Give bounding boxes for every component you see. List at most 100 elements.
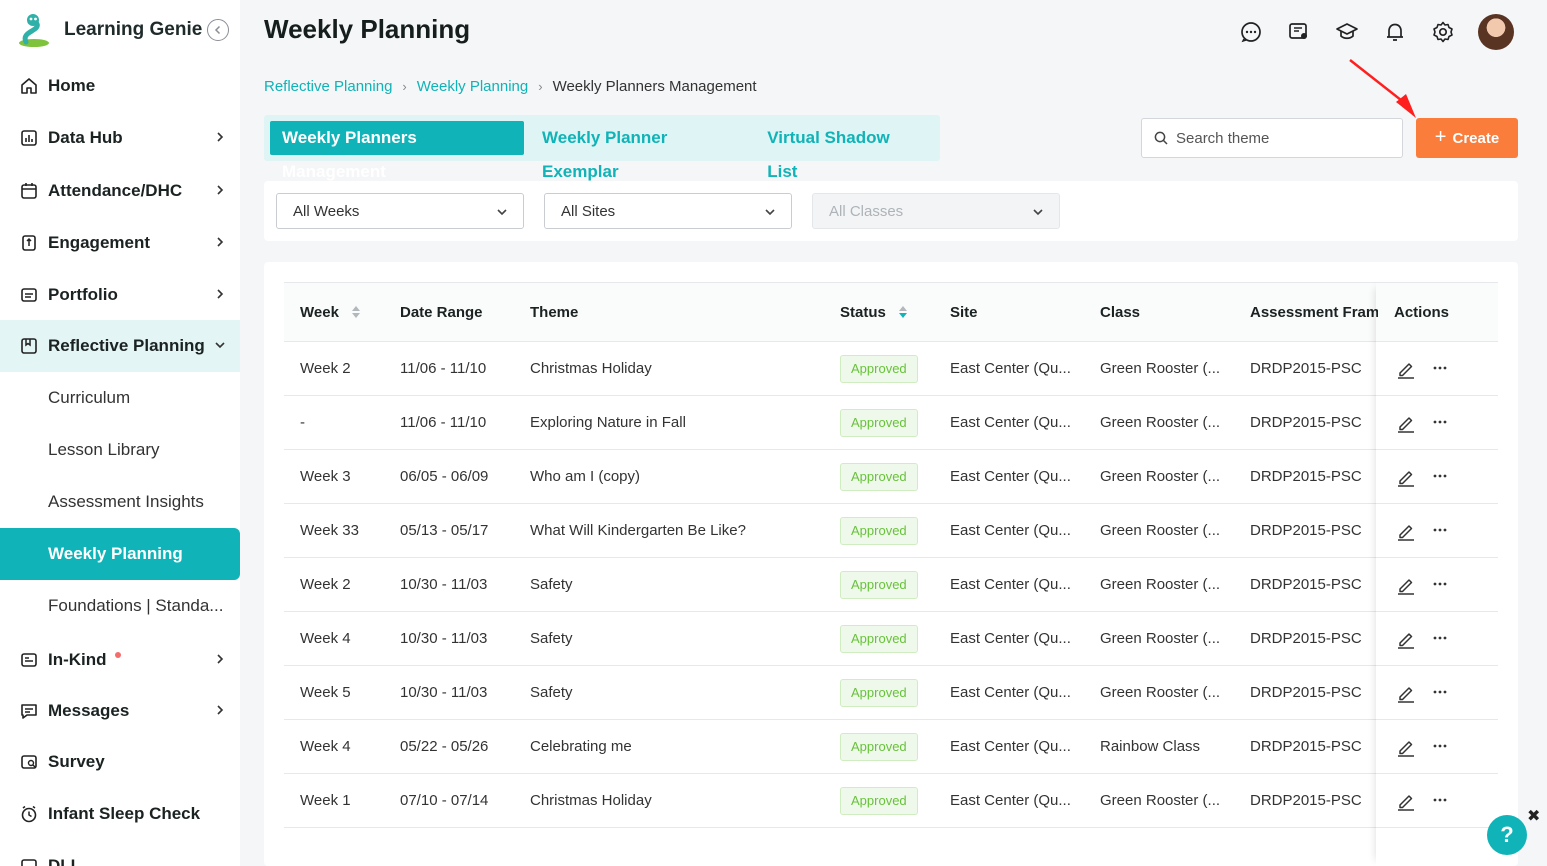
sidebar-subitem-foundations[interactable]: Foundations | Standa... (0, 580, 240, 632)
column-header-label: Status (840, 304, 886, 321)
more-icon[interactable] (1430, 791, 1450, 811)
chevron-right-icon: › (402, 79, 407, 94)
breadcrumb-reflective-planning[interactable]: Reflective Planning (264, 78, 392, 95)
app-name: Learning Genie (64, 19, 203, 40)
cell-assessment-framework: DRDP2015-PSC (1250, 738, 1362, 755)
chevron-right-icon (217, 132, 224, 142)
column-header-actions: Actions (1394, 304, 1450, 321)
cell-site: East Center (Qu... (950, 360, 1071, 377)
chat-icon[interactable] (1236, 15, 1266, 49)
more-icon[interactable] (1430, 413, 1450, 433)
brand[interactable]: Learning Genie (16, 12, 202, 48)
cell-assessment-framework: DRDP2015-PSC (1250, 360, 1362, 377)
planning-icon (20, 337, 38, 355)
cell-assessment-framework: DRDP2015-PSC (1250, 576, 1362, 593)
tab-virtual-shadow-list[interactable]: Virtual Shadow List (755, 121, 928, 181)
sidebar-item-portfolio[interactable]: Portfolio (0, 269, 240, 321)
status-badge: Approved (840, 571, 918, 599)
sidebar-item-in-kind[interactable]: In-Kind (0, 634, 240, 686)
cell-class: Green Rooster (... (1100, 576, 1221, 593)
sidebar-item-messages[interactable]: Messages (0, 685, 240, 737)
sidebar-item-survey[interactable]: Survey (0, 736, 240, 788)
sidebar-item-label: Messages (48, 701, 130, 720)
search-input[interactable] (1176, 129, 1376, 147)
tab-weekly-planners-management[interactable]: Weekly Planners Management (270, 121, 525, 181)
sites-filter-value: All Sites (561, 202, 616, 220)
breadcrumb: Reflective Planning › Weekly Planning › … (264, 78, 757, 95)
cell-class: Green Rooster (... (1100, 630, 1221, 647)
gear-icon[interactable] (1428, 15, 1458, 49)
cell-assessment-framework: DRDP2015-PSC (1250, 468, 1362, 485)
sidebar-subitem-curriculum[interactable]: Curriculum (0, 372, 240, 424)
edit-icon[interactable] (1396, 575, 1416, 595)
calendar-icon (20, 182, 38, 200)
breadcrumb-current: Weekly Planners Management (552, 78, 757, 95)
portfolio-icon (20, 286, 38, 304)
table-row: - 11/06 - 11/10 Exploring Nature in Fall Ea… (284, 396, 1498, 450)
table-row: Week 4 10/30 - 11/03 Safety East Center (Qu… (284, 612, 1498, 666)
sidebar-item-attendance[interactable]: Attendance/DHC (0, 165, 240, 217)
create-button[interactable]: + Create (1416, 118, 1518, 158)
user-avatar[interactable] (1478, 14, 1514, 50)
more-icon[interactable] (1430, 359, 1450, 379)
edit-icon[interactable] (1396, 629, 1416, 649)
table-header: Week Date Range Theme Status Site Class … (284, 282, 1498, 342)
cell-assessment-framework: DRDP2015-PSC (1250, 792, 1362, 809)
column-header-status[interactable]: Status (840, 283, 908, 343)
chevron-down-icon (1033, 209, 1043, 216)
tab-weekly-planner-exemplar[interactable]: Weekly Planner Exemplar (530, 121, 749, 181)
cell-date-range: 05/13 - 05/17 (400, 522, 489, 539)
edit-icon[interactable] (1396, 413, 1416, 433)
sidebar-subitem-assessment-insights[interactable]: Assessment Insights (0, 476, 240, 528)
help-button[interactable]: ? (1487, 815, 1527, 855)
more-icon[interactable] (1430, 521, 1450, 541)
edit-icon[interactable] (1396, 791, 1416, 811)
weeks-filter-select[interactable]: All Weeks (276, 193, 524, 229)
more-icon[interactable] (1430, 629, 1450, 649)
table-row: Week 3 06/05 - 06/09 Who am I (copy) East C… (284, 450, 1498, 504)
breadcrumb-weekly-planning[interactable]: Weekly Planning (417, 78, 528, 95)
more-icon[interactable] (1430, 683, 1450, 703)
sidebar-item-engagement[interactable]: Engagement (0, 217, 240, 269)
sidebar-item-home[interactable]: Home (0, 60, 240, 112)
learning-icon[interactable] (1332, 15, 1362, 49)
sidebar-item-dll[interactable]: DLL (0, 840, 240, 866)
chart-icon (20, 129, 38, 147)
status-badge: Approved (840, 625, 918, 653)
collapse-sidebar-button[interactable] (207, 19, 229, 41)
edit-icon[interactable] (1396, 521, 1416, 541)
edit-icon[interactable] (1396, 467, 1416, 487)
more-icon[interactable] (1430, 575, 1450, 595)
sidebar-subitem-lesson-library[interactable]: Lesson Library (0, 424, 240, 476)
more-icon[interactable] (1430, 737, 1450, 757)
sidebar-item-data-hub[interactable]: Data Hub (0, 112, 240, 164)
bell-icon[interactable] (1380, 15, 1410, 49)
sidebar-subitem-weekly-planning[interactable]: Weekly Planning (0, 528, 240, 580)
sidebar-item-reflective-planning[interactable]: Reflective Planning (0, 320, 240, 372)
contacts-icon[interactable] (1284, 15, 1314, 49)
cell-site: East Center (Qu... (950, 684, 1071, 701)
help-close-icon[interactable]: ✖ (1527, 806, 1540, 826)
filter-bar: All Weeks All Sites All Classes (264, 181, 1518, 241)
cell-class: Green Rooster (... (1100, 792, 1221, 809)
column-header-week[interactable]: Week (300, 283, 361, 343)
status-badge: Approved (840, 733, 918, 761)
table-row: Week 4 05/22 - 05/26 Celebrating me East Ce… (284, 720, 1498, 774)
more-icon[interactable] (1430, 467, 1450, 487)
sidebar-item-label: Attendance/DHC (48, 181, 183, 200)
sites-filter-select[interactable]: All Sites (544, 193, 792, 229)
messages-icon (20, 702, 38, 720)
edit-icon[interactable] (1396, 359, 1416, 379)
edit-icon[interactable] (1396, 737, 1416, 757)
edit-icon[interactable] (1396, 683, 1416, 703)
classes-filter-value: All Classes (829, 202, 904, 220)
engagement-icon (20, 234, 38, 252)
classes-filter-select[interactable]: All Classes (812, 193, 1060, 229)
header-toolbar (1236, 14, 1514, 50)
status-badge: Approved (840, 517, 918, 545)
weeks-filter-value: All Weeks (293, 202, 360, 220)
sidebar-item-infant-sleep-check[interactable]: Infant Sleep Check (0, 788, 240, 840)
cell-date-range: 11/06 - 11/10 (400, 414, 487, 431)
cell-site: East Center (Qu... (950, 576, 1071, 593)
column-header-assessment-framework: Assessment Framework (1250, 304, 1378, 321)
